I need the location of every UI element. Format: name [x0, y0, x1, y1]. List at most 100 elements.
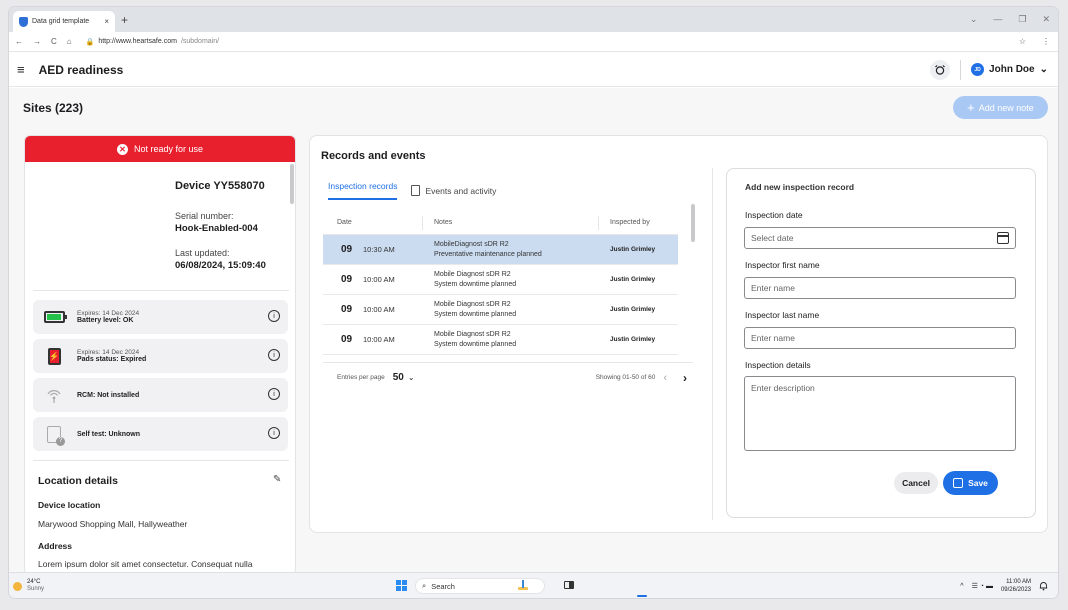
records-card: Records and events Inspection records Ev… — [309, 135, 1048, 533]
row-notes: Mobile Diagnost sDR R2 System downtime pl… — [423, 300, 599, 320]
device-card: ✕ Not ready for use Device YY558070 Seri… — [24, 135, 296, 575]
scrollbar[interactable] — [290, 164, 294, 204]
records-tabs: Inspection records Events and activity — [328, 181, 496, 200]
bookmark-star-icon[interactable]: ☆ — [1019, 37, 1026, 46]
entries-per-page-label: Entries per page — [337, 374, 385, 381]
clock-time: 11:00 AM — [1006, 579, 1031, 585]
app-title: AED readiness — [38, 62, 124, 77]
url-field[interactable]: 🔒 http://www.heartsafe.com/subdomain/ — [86, 38, 219, 46]
status-banner-text: Not ready for use — [133, 144, 204, 154]
chevron-down-icon[interactable]: ⌄ — [970, 14, 978, 25]
windows-start-icon[interactable] — [396, 580, 407, 591]
info-icon[interactable]: i — [268, 427, 280, 439]
updated-label: Last updated: — [175, 248, 230, 258]
minimize-button[interactable]: — — [993, 14, 1002, 25]
page-title: Sites (223) — [23, 101, 84, 115]
details-textarea[interactable]: Enter description — [744, 376, 1016, 451]
next-page-button[interactable]: › — [683, 371, 687, 385]
showing-count: Showing 01-50 of 60 — [595, 374, 656, 381]
row-notes: Mobile Diagnost sDR R2 System downtime pl… — [423, 270, 599, 290]
info-icon[interactable]: i — [268, 310, 280, 322]
user-menu[interactable]: JD John Doe ⌄ — [971, 63, 1048, 76]
tab-events-and-activity[interactable]: Events and activity — [411, 181, 496, 200]
notifications-button[interactable] — [930, 59, 951, 80]
more-menu-icon[interactable]: ⋮ — [1042, 37, 1050, 46]
info-icon[interactable]: i — [268, 349, 280, 361]
save-button[interactable]: Save — [943, 471, 998, 495]
temperature: 24°C — [27, 579, 41, 585]
browser-window: Data grid template × + ⌄ — ❐ ✕ ← → C ⌂ 🔒… — [9, 7, 1058, 598]
status-text: RCM: Not installed — [77, 391, 140, 399]
records-title: Records and events — [321, 150, 426, 162]
add-note-button[interactable]: + Add new note — [953, 96, 1048, 119]
address-value: Lorem ipsum dolor sit amet consectetur. … — [38, 559, 253, 569]
hamburger-menu-icon[interactable]: ≡ — [17, 62, 25, 77]
user-name: John Doe — [989, 64, 1035, 75]
first-name-field[interactable]: Enter name — [744, 277, 1016, 299]
row-time: 10:00 AM — [363, 335, 395, 344]
plus-icon: + — [967, 100, 975, 115]
row-note-detail: System downtime planned — [434, 310, 517, 318]
cancel-button[interactable]: Cancel — [894, 472, 938, 494]
location-title: Location details — [38, 475, 118, 487]
row-note-detail: Preventative maintenance planned — [434, 250, 542, 258]
updated-value: 06/08/2024, 15:09:40 — [175, 260, 266, 271]
browser-tab[interactable]: Data grid template × — [13, 11, 115, 32]
status-tile-self-test: Self test: Unknown i — [33, 417, 288, 451]
status-expiry: Expires: 14 Dec 2024 — [77, 310, 140, 317]
terminal-app-icon[interactable] — [563, 579, 575, 591]
row-day: 09 — [341, 274, 353, 285]
system-tray: ^ ☰ ◔ ▬ 11:00 AM 09/26/2023 — [960, 578, 1048, 594]
table-row[interactable]: 09 10:00 AM Mobile Diagnost sDR R2 System… — [323, 325, 678, 355]
device-location-value: Marywood Shopping Mall, Hallyweather — [38, 519, 188, 529]
divider — [33, 290, 289, 291]
column-header-inspected-by[interactable]: Inspected by — [599, 219, 650, 226]
shield-icon — [19, 16, 28, 27]
calendar-icon[interactable] — [997, 232, 1009, 244]
tab-inspection-records[interactable]: Inspection records — [328, 181, 398, 200]
close-window-button[interactable]: ✕ — [1042, 14, 1050, 25]
close-tab-icon[interactable]: × — [104, 17, 109, 26]
app-header: ≡ AED readiness JD John Doe ⌄ — [9, 53, 1058, 87]
alarm-icon — [935, 64, 945, 75]
last-name-field[interactable]: Enter name — [744, 327, 1016, 349]
avatar: JD — [971, 63, 985, 76]
weather-widget[interactable]: 24°C Sunny — [13, 579, 44, 593]
row-day: 09 — [341, 304, 353, 315]
table-row[interactable]: 09 10:00 AM Mobile Diagnost sDR R2 System… — [323, 295, 678, 325]
home-button[interactable]: ⌂ — [67, 37, 72, 46]
entries-per-page-select[interactable]: 50 — [393, 372, 404, 383]
row-note-title: MobileDiagnost sDR R2 — [434, 240, 509, 248]
address-label: Address — [38, 541, 73, 551]
search-label: Search — [431, 581, 455, 591]
wifi-volume-battery-icons[interactable]: ☰ ◔ ▬ — [972, 582, 993, 590]
lock-icon: 🔒 — [85, 38, 95, 46]
address-bar: ← → C ⌂ 🔒 http://www.heartsafe.com/subdo… — [9, 32, 1058, 52]
reload-button[interactable]: C — [51, 37, 57, 46]
info-icon[interactable]: i — [268, 388, 280, 400]
edit-pencil-icon[interactable]: ✎ — [273, 474, 281, 485]
notification-bell-icon[interactable] — [1039, 581, 1048, 591]
column-header-notes[interactable]: Notes — [423, 215, 599, 230]
back-button[interactable]: ← — [15, 37, 23, 46]
forward-button[interactable]: → — [33, 37, 41, 46]
table-row[interactable]: 09 10:00 AM Mobile Diagnost sDR R2 System… — [323, 265, 678, 295]
new-tab-button[interactable]: + — [121, 13, 128, 27]
table-scrollbar[interactable] — [691, 204, 695, 242]
column-header-date[interactable]: Date — [323, 215, 423, 230]
clock[interactable]: 11:00 AM 09/26/2023 — [1001, 578, 1031, 594]
inspection-form: Add new inspection record Inspection dat… — [726, 168, 1036, 518]
date-field[interactable]: Select date — [744, 227, 1016, 249]
chevron-down-icon[interactable]: ⌄ — [408, 373, 415, 382]
row-time: 10:30 AM — [363, 245, 395, 254]
restore-button[interactable]: ❐ — [1018, 14, 1026, 25]
table-row[interactable]: 09 10:30 AM MobileDiagnost sDR R2 Prevent… — [323, 235, 678, 265]
battery-icon — [43, 311, 67, 323]
header-divider — [960, 59, 962, 80]
status-text: Self test: Unknown — [77, 430, 141, 438]
row-inspector: Justin Grimley — [610, 276, 656, 283]
prev-page-button[interactable]: ‹ — [663, 372, 667, 384]
tray-expand-icon[interactable]: ^ — [960, 583, 963, 590]
device-location-label: Device location — [38, 500, 101, 510]
paint-app-icon[interactable] — [517, 579, 529, 591]
